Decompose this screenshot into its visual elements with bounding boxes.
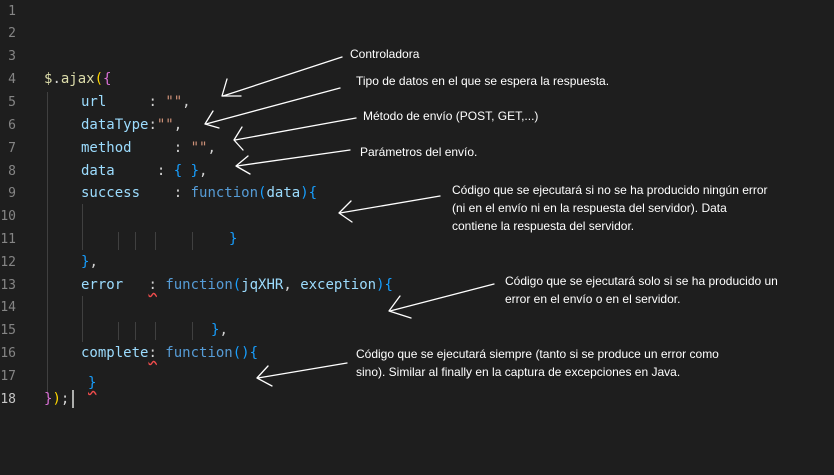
arrow-complete — [257, 362, 348, 379]
arrowhead — [204, 110, 220, 129]
annotation-datatype: Tipo de datos en el que se espera la res… — [356, 74, 610, 88]
annotation-complete: Código que se ejecutará siempre (tanto s… — [356, 345, 719, 381]
arrow-datatype — [205, 87, 341, 125]
arrow-success — [339, 195, 441, 214]
annotation-error: Código que se ejecutará solo si se ha pr… — [505, 272, 778, 308]
annotation-controladora: Controladora — [350, 47, 420, 61]
arrow-error — [389, 283, 495, 312]
arrow-controladora — [222, 56, 343, 97]
annotation-line: (ni en el envío ni en la respuesta del s… — [452, 201, 727, 215]
annotation-success: Código que se ejecutará si no se ha prod… — [452, 181, 768, 235]
annotation-line: contiene la respuesta del servidor. — [452, 219, 635, 233]
code-editor[interactable]: 1 2 3 4 5 6 7 8 9 10 11 12 13 14 15 16 1… — [0, 0, 834, 475]
annotation-line: Código que se ejecutará si no se ha prod… — [452, 183, 768, 197]
annotation-line: Código que se ejecutará siempre (tanto s… — [356, 347, 719, 361]
annotation-line: error en el envío o en el servidor. — [505, 292, 681, 306]
annotation-method: Método de envío (POST, GET,...) — [363, 109, 539, 123]
annotation-params: Parámetros del envío. — [360, 145, 478, 159]
arrow-method — [234, 117, 357, 141]
arrow-params — [236, 149, 351, 167]
annotation-line: sino). Similar al finally en la captura … — [356, 365, 681, 379]
annotation-line: Código que se ejecutará solo si se ha pr… — [505, 274, 778, 288]
